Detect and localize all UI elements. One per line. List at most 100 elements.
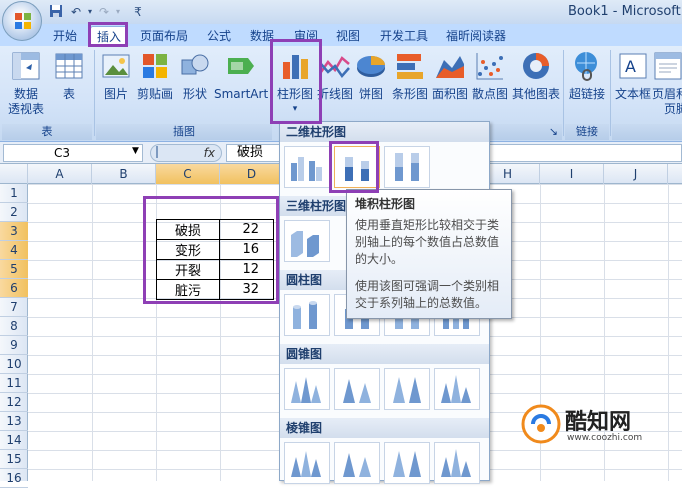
- cell-d5[interactable]: 12: [219, 259, 274, 280]
- column-chart-label: 柱形图: [276, 87, 313, 101]
- table-button[interactable]: 表: [52, 50, 86, 102]
- shapes-label: 形状: [182, 87, 207, 101]
- redo-dropdown-icon[interactable]: ▾: [110, 4, 126, 20]
- column-header-i[interactable]: I: [540, 164, 604, 184]
- header-footer-button[interactable]: 页眉和 页脚: [652, 50, 682, 117]
- clipart-label: 剪贴画: [136, 87, 173, 101]
- row-header-13[interactable]: 13: [0, 412, 28, 431]
- scatter-chart-button[interactable]: 散点图: [470, 50, 510, 102]
- tab-page-layout[interactable]: 页面布局: [140, 26, 188, 46]
- column-header-d[interactable]: D: [220, 164, 284, 184]
- row-header-10[interactable]: 10: [0, 355, 28, 374]
- row-header-14[interactable]: 14: [0, 431, 28, 450]
- picture-button[interactable]: 图片: [98, 50, 134, 102]
- pyramid-stacked-icon: [343, 453, 371, 477]
- row-header-1[interactable]: 1: [0, 184, 28, 203]
- pie-chart-icon: [357, 56, 385, 77]
- coozhi-logo-icon: [521, 404, 561, 444]
- title-bar: ↶ ▾ ↷ ▾ ₹ Book1 - Microsoft E: [0, 0, 682, 24]
- percent-stacked-column-option[interactable]: [384, 146, 430, 188]
- row-header-5[interactable]: 5: [0, 260, 28, 279]
- pie-chart-button[interactable]: 饼图: [354, 50, 388, 102]
- textbox-button[interactable]: A 文本框: [614, 50, 652, 102]
- cell-d3[interactable]: 22: [219, 219, 274, 240]
- column-header-b[interactable]: B: [92, 164, 156, 184]
- cell-c5[interactable]: 开裂: [156, 259, 220, 280]
- pyramid-option-1[interactable]: [284, 442, 330, 484]
- tab-home[interactable]: 开始: [53, 26, 77, 46]
- save-icon[interactable]: [48, 4, 64, 20]
- row-header-8[interactable]: 8: [0, 317, 28, 336]
- cell-c4[interactable]: 变形: [156, 239, 220, 260]
- column-header-j[interactable]: J: [604, 164, 668, 184]
- tooltip-description-1: 使用垂直矩形比较相交于类别轴上的每个数值占总数值的大小。: [355, 218, 500, 266]
- picture-icon: [102, 54, 130, 78]
- charts-dialog-launcher[interactable]: ↘: [488, 124, 562, 140]
- pyramid-option-3[interactable]: [384, 442, 430, 484]
- group-separator: [563, 50, 564, 136]
- window-title: Book1 - Microsoft E: [568, 4, 682, 19]
- row-header-7[interactable]: 7: [0, 298, 28, 317]
- pivot-table-icon: [12, 52, 40, 80]
- cell-d6[interactable]: 32: [219, 279, 274, 300]
- customize-toolbar-icon[interactable]: ₹: [130, 4, 146, 20]
- group-label-table: 表: [2, 124, 92, 140]
- row-header-6[interactable]: 6: [0, 279, 28, 298]
- cell-c3[interactable]: 破损: [156, 219, 220, 240]
- cell-c6[interactable]: 脏污: [156, 279, 220, 300]
- row-header-11[interactable]: 11: [0, 374, 28, 393]
- name-box[interactable]: C3: [3, 144, 143, 162]
- cylinder-option-1[interactable]: [284, 294, 330, 336]
- cone-option-1[interactable]: [284, 368, 330, 410]
- clustered-column-option[interactable]: [284, 146, 330, 188]
- pyramid-option-4[interactable]: [434, 442, 480, 484]
- column-header-a[interactable]: A: [28, 164, 92, 184]
- row-header-9[interactable]: 9: [0, 336, 28, 355]
- cone-option-2[interactable]: [334, 368, 380, 410]
- line-chart-button[interactable]: 折线图: [316, 50, 354, 102]
- tab-view[interactable]: 视图: [336, 26, 360, 46]
- other-charts-button[interactable]: 其他图表: [510, 50, 562, 102]
- cone-option-3[interactable]: [384, 368, 430, 410]
- column-chart-button[interactable]: 柱形图 ▾: [274, 50, 316, 117]
- row-header-3[interactable]: 3: [0, 222, 28, 241]
- tab-developer[interactable]: 开发工具: [380, 26, 428, 46]
- pyramid-option-2[interactable]: [334, 442, 380, 484]
- shapes-icon: [181, 54, 209, 75]
- row-header-2[interactable]: 2: [0, 203, 28, 222]
- column-header-c[interactable]: C: [156, 164, 220, 184]
- scatter-chart-label: 散点图: [471, 87, 508, 101]
- smartart-button[interactable]: SmartArt: [214, 50, 268, 102]
- row-header-16[interactable]: 16: [0, 469, 28, 488]
- row-header-12[interactable]: 12: [0, 393, 28, 412]
- 3d-clustered-column-option[interactable]: [284, 220, 330, 262]
- hyperlink-label: 超链接: [568, 87, 605, 101]
- name-box-dropdown-icon[interactable]: ▼: [132, 146, 139, 156]
- clipart-button[interactable]: 剪贴画: [134, 50, 176, 102]
- cell-d4[interactable]: 16: [219, 239, 274, 260]
- column-chart-icon: [283, 55, 308, 79]
- bar-chart-icon: [397, 54, 423, 79]
- row-header-15[interactable]: 15: [0, 450, 28, 469]
- tab-review[interactable]: 审阅: [294, 26, 318, 46]
- shapes-button[interactable]: 形状: [178, 50, 212, 102]
- hyperlink-button[interactable]: 超链接: [567, 50, 607, 102]
- grid-line: [92, 184, 93, 481]
- pivot-table-button[interactable]: 数据 透视表: [4, 50, 48, 117]
- formula-bar-splitter-icon[interactable]: [156, 146, 166, 158]
- tab-formulas[interactable]: 公式: [207, 26, 231, 46]
- area-chart-button[interactable]: 面积图: [430, 50, 470, 102]
- bar-chart-button[interactable]: 条形图: [390, 50, 430, 102]
- tab-insert[interactable]: 插入: [90, 26, 129, 46]
- area-chart-label: 面积图: [431, 87, 468, 101]
- smartart-label: SmartArt: [214, 87, 269, 101]
- table-row: 破损 22: [156, 219, 274, 240]
- office-logo-icon: [15, 13, 31, 29]
- office-button[interactable]: [2, 1, 42, 41]
- select-all-corner[interactable]: [0, 164, 28, 184]
- cone-option-4[interactable]: [434, 368, 480, 410]
- row-header-4[interactable]: 4: [0, 241, 28, 260]
- tab-data[interactable]: 数据: [250, 26, 274, 46]
- tab-foxit-reader[interactable]: 福昕阅读器: [446, 26, 506, 46]
- stacked-column-option[interactable]: [334, 146, 380, 188]
